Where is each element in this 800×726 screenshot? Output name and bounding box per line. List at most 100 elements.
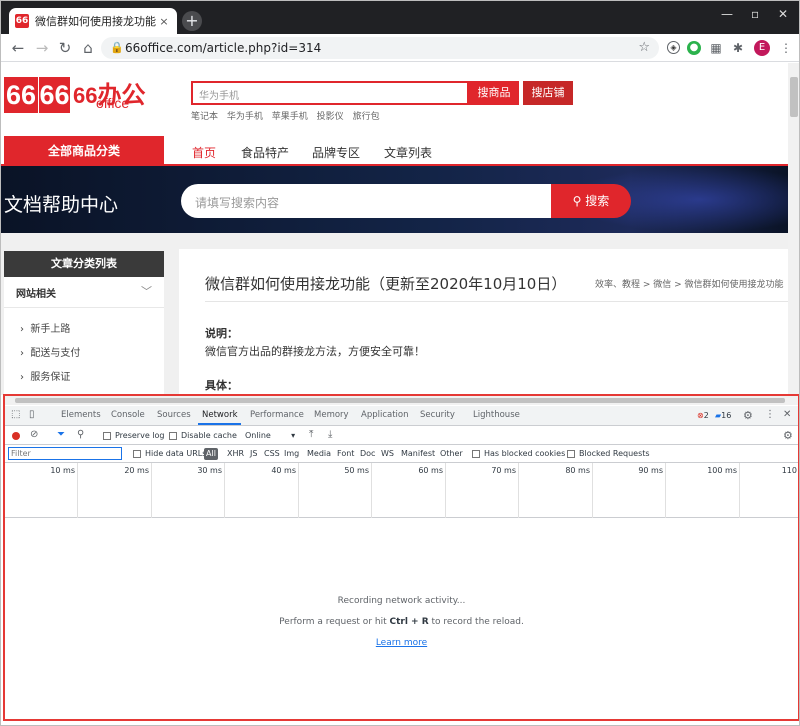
throttle-select[interactable]: Online ▾ xyxy=(245,431,295,440)
tab-sources[interactable]: Sources xyxy=(157,410,191,420)
site-search-placeholder: 华为手机 xyxy=(199,91,239,102)
home-icon[interactable]: ⌂ xyxy=(79,39,97,57)
disable-cache-checkbox[interactable] xyxy=(169,432,177,440)
filter-input[interactable]: Filter xyxy=(8,447,122,460)
nav-item-home[interactable]: 首页 xyxy=(192,144,216,161)
page-vertical-scrollbar[interactable] xyxy=(788,63,799,395)
inspect-element-icon[interactable]: ⬚ xyxy=(11,409,20,420)
tab-console[interactable]: Console xyxy=(111,410,145,420)
device-toolbar-icon[interactable]: ▯ xyxy=(29,409,35,420)
minimize-icon[interactable]: — xyxy=(721,7,733,21)
clear-icon[interactable]: ⊘ xyxy=(30,429,38,440)
preserve-log-checkbox[interactable] xyxy=(103,432,111,440)
extension-evernote-icon[interactable]: ● xyxy=(687,41,701,55)
more-options-icon[interactable]: ⋮ xyxy=(765,409,775,420)
description-text: 微信官方出品的群接龙方法，方便安全可靠！ xyxy=(205,345,425,358)
logo-box-1: 66 xyxy=(4,77,38,113)
type-filter-css[interactable]: CSS xyxy=(264,449,280,458)
type-filter-ws[interactable]: WS xyxy=(381,449,394,458)
help-banner: 文档帮助中心 请填写搜索内容 ⚲ 搜索 xyxy=(1,166,788,233)
tab-elements[interactable]: Elements xyxy=(61,410,101,420)
record-icon[interactable] xyxy=(12,432,20,440)
address-bar[interactable]: 🔒 66office.com/article.php?id=314 ☆ xyxy=(101,37,659,59)
banner-search-button[interactable]: ⚲ 搜索 xyxy=(551,184,631,218)
sidebar-group-label[interactable]: 网站相关 xyxy=(16,285,56,300)
settings-gear-icon[interactable]: ⚙ xyxy=(743,409,753,422)
hide-data-urls-checkbox[interactable] xyxy=(133,450,141,458)
bookmark-star-icon[interactable]: ☆ xyxy=(638,40,650,55)
hot-link[interactable]: 笔记本 xyxy=(191,112,218,122)
nav-item-food[interactable]: 食品特产 xyxy=(241,144,289,161)
type-filter-img[interactable]: Img xyxy=(284,449,299,458)
network-overview-timeline[interactable]: 10 ms 20 ms 30 ms 40 ms 50 ms 60 ms 70 m… xyxy=(5,463,798,518)
chevron-down-icon[interactable]: ﹀ xyxy=(141,283,152,299)
sidebar-item-delivery[interactable]: › 配送与支付 xyxy=(20,344,80,359)
profile-avatar[interactable]: E xyxy=(754,40,770,56)
new-tab-button[interactable]: + xyxy=(182,11,202,31)
type-filter-media[interactable]: Media xyxy=(307,449,331,458)
tab-performance[interactable]: Performance xyxy=(250,410,304,420)
tab-close-icon[interactable]: × xyxy=(157,15,171,28)
export-har-icon[interactable]: ⤓ xyxy=(328,429,332,440)
blocked-cookies-checkbox[interactable] xyxy=(472,450,480,458)
type-filter-font[interactable]: Font xyxy=(337,449,354,458)
hot-link[interactable]: 苹果手机 xyxy=(272,112,308,122)
type-filter-other[interactable]: Other xyxy=(440,449,463,458)
hot-link[interactable]: 旅行包 xyxy=(353,112,380,122)
search-goods-button[interactable]: 搜商品 xyxy=(469,81,519,105)
forward-icon[interactable]: → xyxy=(33,39,51,57)
browser-tab[interactable]: 66 微信群如何使用接龙功能（更新至 × xyxy=(9,8,177,34)
timeline-gridline xyxy=(224,463,225,518)
nav-item-brands[interactable]: 品牌专区 xyxy=(312,144,360,161)
site-search-input[interactable]: 华为手机 xyxy=(191,81,469,105)
type-filter-doc[interactable]: Doc xyxy=(360,449,375,458)
close-window-icon[interactable]: ✕ xyxy=(778,7,788,21)
extension-grid-icon[interactable]: ▦ xyxy=(709,41,723,55)
article-panel: 微信群如何使用接龙功能（更新至2020年10月10日） 效率、教程 > 微信 >… xyxy=(179,249,788,395)
nav-item-articles[interactable]: 文章列表 xyxy=(384,144,432,161)
message-count[interactable]: ▰16 xyxy=(715,411,731,420)
tab-title: 微信群如何使用接龙功能（更新至 xyxy=(35,15,157,28)
sidebar-item-newbie[interactable]: › 新手上路 xyxy=(20,320,70,335)
blocked-requests-checkbox[interactable] xyxy=(567,450,575,458)
hot-link[interactable]: 华为手机 xyxy=(227,112,263,122)
tab-lighthouse[interactable]: Lighthouse xyxy=(473,410,520,420)
breadcrumb[interactable]: 效率、教程 > 微信 > 微信群如何使用接龙功能（ xyxy=(595,277,788,290)
search-icon[interactable]: ⚲ xyxy=(77,429,84,440)
filter-placeholder: Filter xyxy=(11,449,31,458)
banner-search-input[interactable]: 请填写搜索内容 xyxy=(181,184,553,218)
tab-memory[interactable]: Memory xyxy=(314,410,349,420)
type-filter-all[interactable]: All xyxy=(204,448,218,460)
filter-funnel-icon[interactable]: ⏷ xyxy=(57,429,65,440)
preserve-log-label: Preserve log xyxy=(115,431,165,440)
tab-security[interactable]: Security xyxy=(420,410,455,420)
back-icon[interactable]: ← xyxy=(9,39,27,57)
scroll-thumb[interactable] xyxy=(790,77,798,117)
timeline-gridline xyxy=(151,463,152,518)
description-label: 说明： xyxy=(205,327,238,340)
tab-network[interactable]: Network xyxy=(202,410,238,420)
close-devtools-icon[interactable]: ✕ xyxy=(783,409,791,420)
extension-shield-icon[interactable]: ◈ xyxy=(667,41,680,54)
extensions-puzzle-icon[interactable]: ✱ xyxy=(731,41,745,55)
type-filter-manifest[interactable]: Manifest xyxy=(401,449,435,458)
url-text: 66office.com/article.php?id=314 xyxy=(125,41,322,55)
type-filter-xhr[interactable]: XHR xyxy=(227,449,244,458)
search-shop-button[interactable]: 搜店铺 xyxy=(523,81,573,105)
maximize-icon[interactable]: ▫ xyxy=(751,7,759,21)
scroll-thumb[interactable] xyxy=(15,398,785,403)
menu-kebab-icon[interactable]: ⋮ xyxy=(779,41,793,55)
import-har-icon[interactable]: ⤒ xyxy=(309,429,313,440)
all-categories-button[interactable]: 全部商品分类 xyxy=(4,136,164,166)
network-settings-gear-icon[interactable]: ⚙ xyxy=(783,429,793,442)
error-count[interactable]: ⊗2 xyxy=(697,411,709,420)
blocked-cookies-label: Has blocked cookies xyxy=(484,449,566,458)
lock-icon: 🔒 xyxy=(110,41,124,54)
type-filter-js[interactable]: JS xyxy=(250,449,257,458)
page-horizontal-scrollbar[interactable] xyxy=(5,396,798,405)
reload-icon[interactable]: ↻ xyxy=(56,39,74,57)
learn-more-link[interactable]: Learn more xyxy=(5,638,798,648)
sidebar-item-guarantee[interactable]: › 服务保证 xyxy=(20,368,70,383)
tab-application[interactable]: Application xyxy=(361,410,409,420)
hot-link[interactable]: 投影仪 xyxy=(317,112,344,122)
